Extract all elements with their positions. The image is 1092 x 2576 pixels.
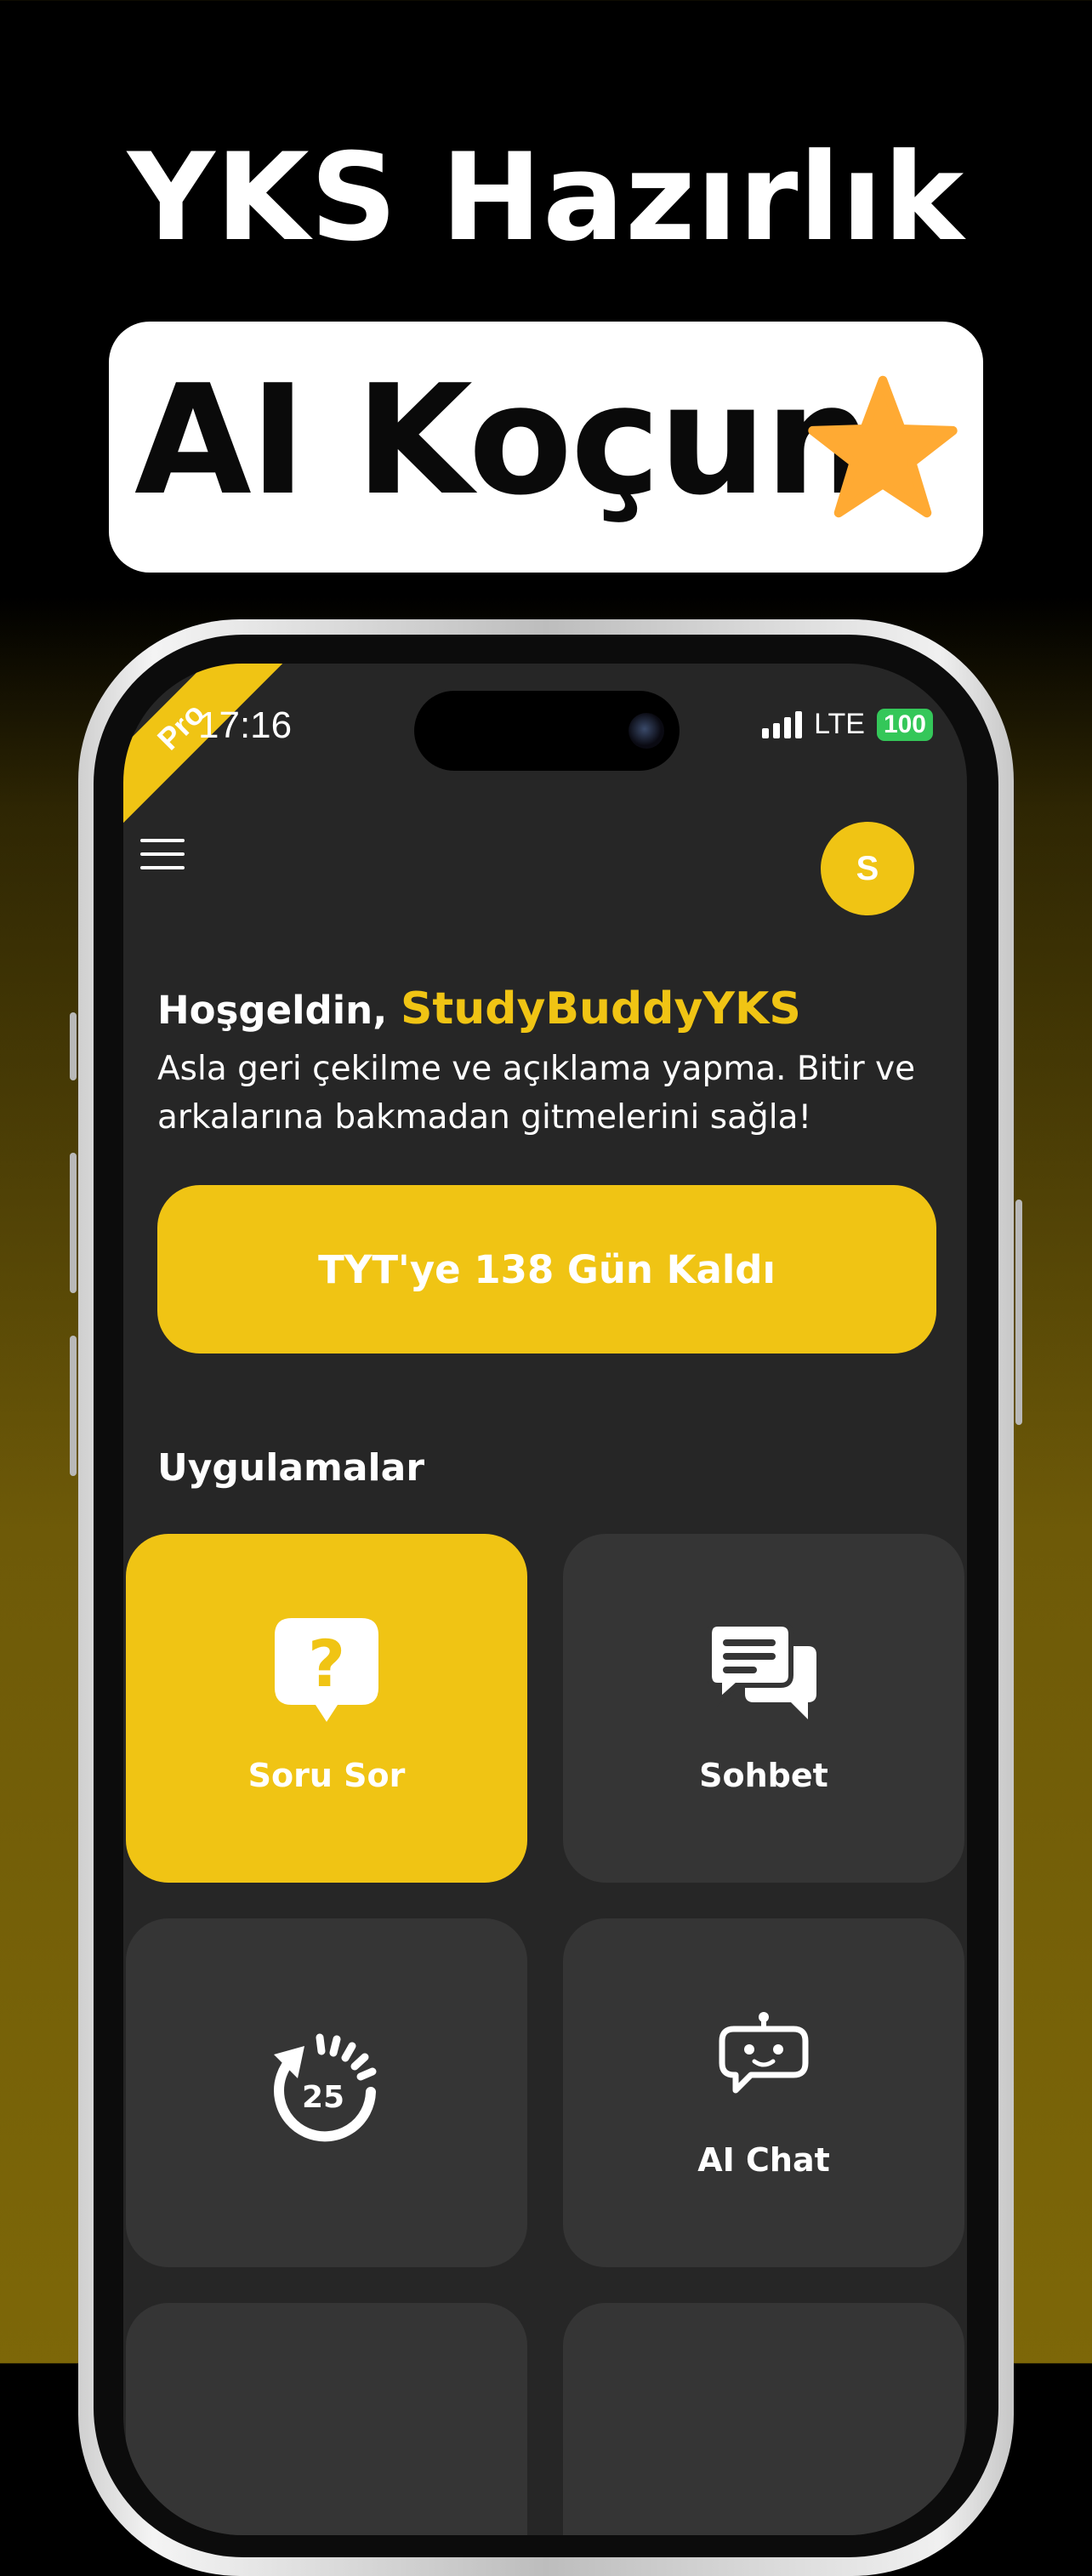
exam-countdown-button[interactable]: TYT'ye 138 Gün Kaldı: [157, 1185, 936, 1354]
app-tile-sohbet[interactable]: Sohbet: [563, 1534, 964, 1883]
promo-badge: AI Koçun: [109, 322, 983, 573]
app-tile-partial[interactable]: [563, 2303, 964, 2535]
chat-bubbles-icon: [708, 1621, 816, 1719]
robot-chat-icon: [719, 2012, 809, 2094]
app-tile-label: Sohbet: [699, 1757, 828, 1794]
app-tile-pomodoro[interactable]: 25: [126, 1918, 527, 2267]
dynamic-island: [414, 691, 680, 771]
avatar[interactable]: S: [821, 822, 914, 915]
network-type: LTE: [814, 708, 865, 740]
phone-screen: Pro 17:16 LTE 100 S Hoşgeldin, StudyBudd…: [123, 664, 967, 2535]
battery-icon: 100: [876, 708, 933, 741]
app-tile-soru-sor[interactable]: ? Soru Sor: [126, 1534, 527, 1883]
countdown-label: TYT'ye 138 Gün Kaldı: [318, 1246, 776, 1292]
phone-side-button: [70, 1012, 77, 1080]
promo-headline: YKS Hazırlık: [127, 128, 965, 268]
timer-25-icon: 25: [274, 2033, 377, 2142]
svg-text:?: ?: [308, 1626, 345, 1701]
promo-badge-text: AI Koçun: [134, 352, 873, 528]
timer-value: 25: [302, 2080, 344, 2115]
app-tile-label: Soru Sor: [247, 1757, 406, 1794]
apps-section-title: Uygulamalar: [157, 1446, 425, 1490]
welcome-message: Asla geri çekilme ve açıklama yapma. Bit…: [157, 1050, 916, 1137]
welcome-greeting: Hoşgeldin,: [157, 988, 401, 1033]
star-icon: [808, 375, 958, 518]
hamburger-menu-icon[interactable]: [140, 839, 185, 873]
app-tile-ai-chat[interactable]: AI Chat: [563, 1918, 964, 2267]
phone-side-button: [70, 1153, 77, 1293]
status-indicators: LTE 100: [762, 708, 933, 741]
phone-side-button: [1015, 1200, 1022, 1425]
welcome-username: StudyBuddyYKS: [400, 983, 801, 1034]
signal-icon: [762, 710, 803, 738]
app-tile-partial[interactable]: [126, 2303, 527, 2535]
app-tile-label: AI Chat: [697, 2141, 830, 2179]
camera-icon: [628, 713, 664, 749]
status-time: 17:16: [198, 704, 293, 746]
question-bubble-icon: ?: [275, 1618, 378, 1722]
welcome-heading: Hoşgeldin, StudyBuddyYKS: [157, 983, 801, 1034]
phone-side-button: [70, 1336, 77, 1476]
